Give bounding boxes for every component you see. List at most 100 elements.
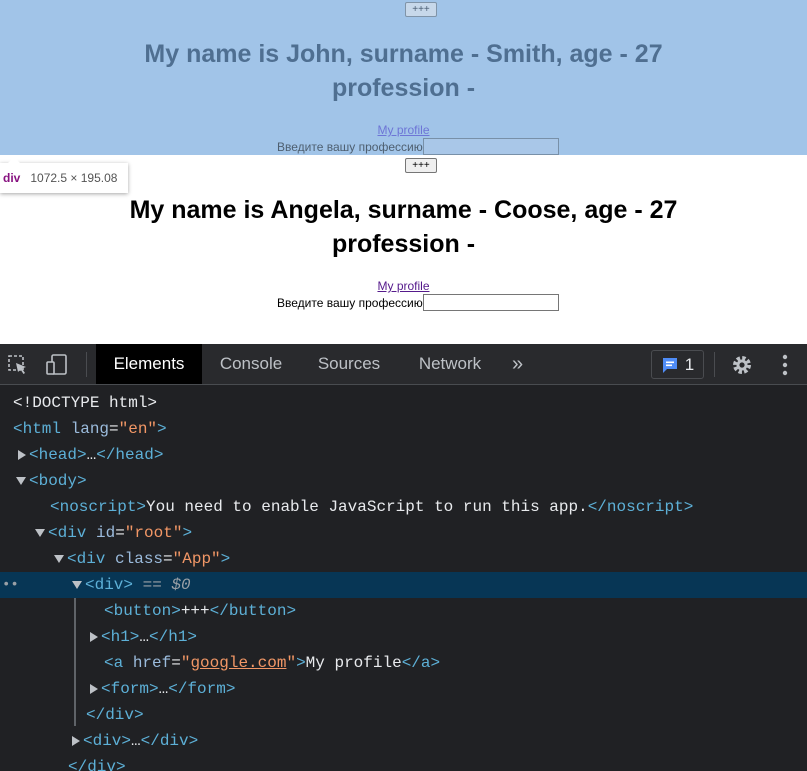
profession-input[interactable] [422, 294, 559, 311]
heading-line-1: My name is Angela, surname - Coose, age … [129, 196, 678, 224]
issues-button[interactable]: 1 [651, 350, 704, 379]
equals-sign: = [171, 654, 181, 672]
tag-text: </noscript> [587, 498, 694, 516]
inspect-element-icon[interactable] [7, 354, 29, 376]
dom-node-form[interactable]: <form>…</form> [0, 676, 807, 702]
tag-text: > [182, 524, 193, 542]
tab-elements[interactable]: Elements [96, 344, 202, 384]
equals-sign: = [115, 524, 125, 542]
expand-arrow-icon[interactable] [90, 631, 98, 642]
equals-sign: = [163, 550, 173, 568]
my-profile-link[interactable]: My profile [0, 123, 807, 137]
tag-text: </h1> [149, 628, 198, 646]
selection-variable: $0 [171, 576, 191, 594]
dom-node-doctype[interactable]: <!DOCTYPE html> [0, 390, 807, 416]
dom-tree: <!DOCTYPE html> <html lang="en"> <head>…… [0, 385, 807, 771]
more-options-icon[interactable] [773, 353, 797, 377]
dom-node-noscript[interactable]: <noscript>You need to enable JavaScript … [0, 494, 807, 520]
tab-console[interactable]: Console [205, 344, 297, 384]
profession-input[interactable] [422, 138, 559, 155]
tag-text: </button> [209, 602, 297, 620]
collapsed-ellipsis: … [139, 628, 150, 646]
collapse-arrow-icon[interactable] [35, 528, 45, 537]
attr-quote: " [180, 654, 191, 672]
tooltip-size: 1072.5 × 195.08 [30, 171, 118, 185]
collapsed-ellipsis: … [131, 732, 141, 750]
attr-value: "root" [124, 524, 183, 542]
dom-node-h1[interactable]: <h1>…</h1> [0, 624, 807, 650]
tag-text: <noscript> [50, 498, 147, 516]
collapse-arrow-icon[interactable] [16, 476, 26, 485]
tag-text: <body> [29, 472, 87, 490]
devtools-panel: Elements Console Sources Network » 1 <!D… [0, 344, 807, 771]
dom-node-div-app[interactable]: <div class="App"> [0, 546, 807, 572]
tooltip-tag: div [3, 171, 21, 185]
dom-node-div-selected[interactable]: •• <div> == $0 [0, 572, 807, 598]
profile-heading: My name is John, surname - Smith, age - … [0, 37, 807, 105]
dom-node-body[interactable]: <body> [0, 468, 807, 494]
heading-line-2: profession - [331, 230, 476, 258]
dom-node-a[interactable]: <a href="google.com">My profile</a> [0, 650, 807, 676]
attr-quote: " [286, 654, 297, 672]
dom-node-button[interactable]: <button>+++</button> [0, 598, 807, 624]
device-toolbar-icon[interactable] [46, 354, 68, 376]
tag-text: > [157, 420, 167, 438]
tag-text: <form> [101, 680, 159, 698]
tag-text: > [296, 654, 306, 672]
heading-line-2: profession - [331, 74, 476, 102]
element-size-tooltip: div 1072.5 × 195.08 [0, 157, 128, 193]
tab-network[interactable]: Network [402, 344, 498, 384]
attr-name: class [115, 550, 164, 568]
gear-icon[interactable] [730, 353, 754, 377]
my-profile-link[interactable]: My profile [0, 279, 807, 293]
collapsed-ellipsis: … [158, 680, 169, 698]
devtools-toolbar: Elements Console Sources Network » 1 [0, 344, 807, 385]
node-text: You need to enable JavaScript to run thi… [146, 498, 588, 516]
node-text: +++ [180, 602, 210, 620]
issues-count: 1 [684, 354, 695, 374]
expand-arrow-icon[interactable] [72, 735, 80, 746]
selection-equals: == [133, 576, 172, 594]
tag-text: <head> [29, 446, 87, 464]
attr-name: lang [70, 420, 110, 438]
tag-text: </head> [96, 446, 164, 464]
tag-text: > [220, 550, 231, 568]
more-tabs-chevron-icon[interactable]: » [512, 344, 523, 384]
attr-value: "App" [172, 550, 221, 568]
collapsed-ellipsis: … [86, 446, 97, 464]
more-actions-dots-icon[interactable]: •• [2, 572, 19, 598]
tag-text: <div [48, 524, 97, 542]
node-text: My profile [305, 654, 402, 672]
collapse-arrow-icon[interactable] [72, 580, 82, 589]
dom-node-html[interactable]: <html lang="en"> [0, 416, 807, 442]
doctype-text: <!DOCTYPE html> [13, 394, 158, 412]
profession-form: Введите вашу профессию [277, 138, 559, 155]
page-viewport: +++ My name is John, surname - Smith, ag… [0, 0, 807, 344]
profession-label: Введите вашу профессию [277, 139, 423, 154]
tag-text: </div> [86, 706, 144, 724]
profile-heading: My name is Angela, surname - Coose, age … [0, 193, 807, 261]
tag-text: <div [67, 550, 116, 568]
dom-node-div-close[interactable]: </div> [0, 702, 807, 728]
heading-line-1: My name is John, surname - Smith, age - … [144, 40, 663, 68]
dom-node-div-root[interactable]: <div id="root"> [0, 520, 807, 546]
dom-node-head[interactable]: <head>…</head> [0, 442, 807, 468]
increment-button[interactable]: +++ [405, 2, 437, 17]
dom-node-div-app-close[interactable]: </div> [0, 754, 807, 771]
tag-text: <div> [85, 576, 134, 594]
expand-arrow-icon[interactable] [90, 683, 98, 694]
collapse-arrow-icon[interactable] [54, 554, 64, 563]
tag-text: </a> [401, 654, 441, 672]
tag-text: </form> [168, 680, 236, 698]
tag-text: <h1> [101, 628, 140, 646]
profession-label: Введите вашу профессию [277, 295, 423, 310]
profile-card-highlighted: +++ My name is John, surname - Smith, ag… [0, 0, 807, 155]
increment-button[interactable]: +++ [405, 158, 437, 173]
dom-node-div-collapsed[interactable]: <div>…</div> [0, 728, 807, 754]
tab-sources[interactable]: Sources [304, 344, 394, 384]
expand-arrow-icon[interactable] [18, 449, 26, 460]
tag-text: <a [104, 654, 133, 672]
toolbar-divider [714, 352, 715, 377]
attr-value: "en" [118, 420, 158, 438]
href-link[interactable]: google.com [190, 654, 286, 672]
